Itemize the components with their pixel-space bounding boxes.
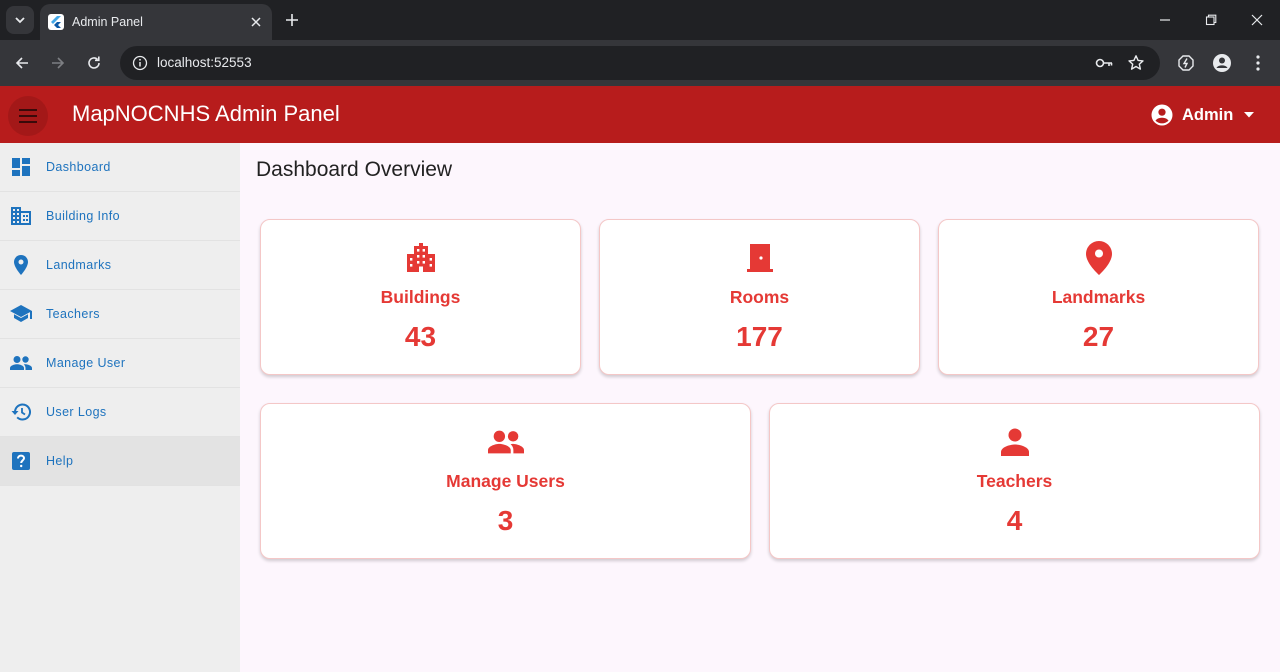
bookmark-star-icon[interactable] (1124, 51, 1148, 75)
sidebar-item-label: Help (46, 454, 74, 468)
sidebar-item-label: Building Info (46, 209, 120, 223)
profile-icon[interactable] (1208, 49, 1236, 77)
tab-search-button[interactable] (6, 6, 34, 34)
flutter-favicon-icon (48, 14, 64, 30)
card-value: 43 (404, 321, 437, 352)
page-title: Dashboard Overview (256, 158, 453, 181)
card-landmarks[interactable]: Landmarks 27 (938, 219, 1259, 375)
address-bar[interactable]: localhost:52553 (120, 46, 1160, 80)
sidebar-item-label: User Logs (46, 405, 107, 419)
minimize-icon[interactable] (1142, 0, 1188, 40)
account-circle-icon (1151, 104, 1173, 126)
card-value: 27 (1082, 321, 1115, 352)
browser-tab-bar: Admin Panel (0, 0, 1280, 40)
extension-icon[interactable] (1172, 49, 1200, 77)
card-label: Teachers (976, 471, 1053, 491)
door-icon (742, 240, 778, 276)
people-icon (487, 424, 524, 460)
card-manage-users[interactable]: Manage Users 3 (260, 403, 751, 559)
card-value: 3 (497, 505, 514, 536)
forward-arrow-icon[interactable] (44, 49, 72, 77)
reload-icon[interactable] (80, 49, 108, 77)
card-label: Manage Users (446, 471, 565, 491)
admin-account-menu[interactable]: Admin (1150, 100, 1255, 130)
location-pin-icon (10, 254, 32, 276)
sidebar-item-user-logs[interactable]: User Logs (0, 388, 240, 437)
school-icon (10, 303, 32, 325)
sidebar-item-label: Teachers (46, 307, 100, 321)
more-menu-icon[interactable] (1244, 49, 1272, 77)
building-icon (403, 240, 439, 276)
hamburger-menu-icon[interactable] (8, 96, 48, 136)
sidebar-item-teachers[interactable]: Teachers (0, 290, 240, 339)
dropdown-arrow-icon (1244, 112, 1255, 118)
history-icon (10, 401, 32, 423)
sidebar-item-label: Landmarks (46, 258, 112, 272)
tab-title: Admin Panel (72, 15, 143, 29)
admin-label: Admin (1182, 105, 1234, 124)
restore-icon[interactable] (1188, 0, 1234, 40)
close-window-icon[interactable] (1234, 0, 1280, 40)
sidebar: Dashboard Building Info Landmarks Teache… (0, 143, 240, 672)
new-tab-icon[interactable] (280, 8, 304, 32)
password-key-icon[interactable] (1092, 51, 1116, 75)
person-icon (997, 424, 1033, 460)
card-value: 4 (1006, 505, 1023, 536)
sidebar-item-dashboard[interactable]: Dashboard (0, 143, 240, 192)
card-rooms[interactable]: Rooms 177 (599, 219, 920, 375)
chevron-down-icon (15, 17, 25, 24)
close-tab-icon[interactable] (248, 14, 264, 30)
sidebar-item-building-info[interactable]: Building Info (0, 192, 240, 241)
help-icon (10, 450, 32, 472)
card-teachers[interactable]: Teachers 4 (769, 403, 1260, 559)
browser-tab[interactable]: Admin Panel (40, 4, 272, 40)
url-text: localhost:52553 (157, 55, 252, 70)
card-label: Landmarks (1051, 287, 1146, 307)
app-title: MapNOCNHS Admin Panel (72, 101, 340, 126)
card-buildings[interactable]: Buildings 43 (260, 219, 581, 375)
site-info-icon[interactable] (128, 51, 152, 75)
browser-toolbar: localhost:52553 (0, 40, 1280, 86)
card-label: Buildings (380, 287, 461, 307)
sidebar-item-landmarks[interactable]: Landmarks (0, 241, 240, 290)
location-pin-icon (1081, 240, 1117, 276)
back-arrow-icon[interactable] (8, 49, 36, 77)
dashboard-icon (10, 156, 32, 178)
sidebar-item-label: Dashboard (46, 160, 111, 174)
card-label: Rooms (729, 287, 790, 307)
building-icon (10, 205, 32, 227)
card-value: 177 (736, 321, 783, 352)
sidebar-item-label: Manage User (46, 356, 126, 370)
app-bar: MapNOCNHS Admin Panel Admin (0, 86, 1280, 143)
sidebar-item-manage-user[interactable]: Manage User (0, 339, 240, 388)
main-content: Dashboard Overview Buildings 43 Rooms 17… (240, 143, 1280, 672)
people-icon (10, 352, 32, 374)
sidebar-item-help[interactable]: Help (0, 437, 240, 486)
